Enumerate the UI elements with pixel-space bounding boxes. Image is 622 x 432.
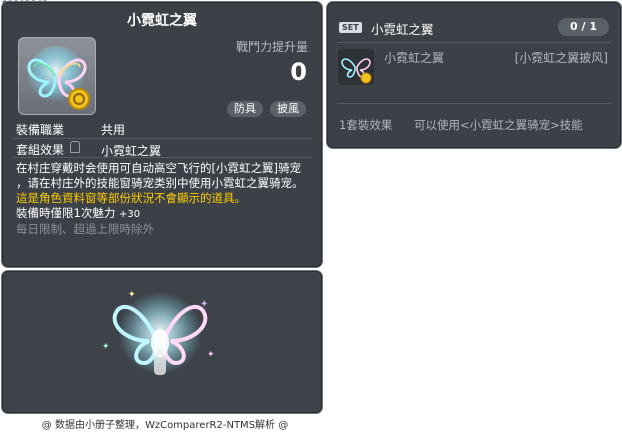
set-item-fullname: [小霓虹之翼披风] (514, 51, 608, 65)
description-line: 在村庄穿戴时会使用可自动高空飞行的[小霓虹之翼]骑宠 (16, 161, 301, 175)
lock-icon (70, 141, 80, 153)
footer-credit: @ 数据由小册子整理，WzComparerR2-NTMS解析 @ (41, 420, 289, 431)
combat-power-value: 0 (290, 58, 307, 86)
job-value: 共用 (101, 123, 126, 137)
tag-cape: 披風 (270, 101, 306, 117)
equip-limit-text: 裝備時僅限1次魅力 (16, 206, 116, 220)
set-effect-description: 可以使用<小霓虹之翼骑宠>技能 (414, 118, 583, 132)
item-tooltip-panel: 小霓虹之翼 戰鬥力提升量 0 防具 披風 裝備職業 共用 套組效果 小霓虹之翼 (1, 1, 323, 268)
description-line: ，请在村庄外的技能窗骑宠类别中使用小霓虹之翼骑宠。 (16, 176, 304, 190)
set-effect-count: 1套裝效果 (339, 118, 393, 132)
tag-armor: 防具 (227, 101, 263, 117)
divider (12, 138, 312, 139)
set-item-name: 小霓虹之翼 (384, 51, 445, 65)
set-badge: SET (339, 22, 362, 33)
item-icon-box (18, 37, 96, 115)
item-title: 小霓虹之翼 (127, 13, 197, 29)
neon-wings-icon (341, 58, 372, 84)
avatar-preview-panel: ✦ ✦ ✦ ✦ (1, 270, 323, 414)
equip-limit-row: 裝備時僅限1次魅力 +30 (16, 206, 316, 222)
set-count-badge: 0 / 1 (558, 18, 609, 36)
combat-power-label: 戰鬥力提升量 (235, 40, 308, 54)
set-title: 小霓虹之翼 (371, 22, 434, 37)
neon-wings-icon (27, 46, 90, 110)
divider (12, 157, 312, 158)
divider (337, 42, 611, 43)
svg-text:✦: ✦ (200, 299, 208, 310)
set-info-panel: SET 小霓虹之翼 0 / 1 小霓虹之翼 [小霓虹之翼披风] 1套裝效果 可以… (326, 1, 622, 149)
job-label: 裝備職業 (16, 123, 65, 137)
item-description: 在村庄穿戴时会使用可自动高空飞行的[小霓虹之翼]骑宠 ，请在村庄外的技能窗骑宠类… (16, 161, 316, 237)
svg-text:✦: ✦ (102, 342, 110, 352)
set-effect-label: 套組效果 (16, 143, 65, 157)
svg-text:✦: ✦ (207, 350, 215, 360)
warning-text: 這是角色資料窗等部份狀況不會顯示的道具。 (16, 191, 246, 205)
set-item-icon (338, 49, 374, 85)
svg-text:✦: ✦ (128, 290, 136, 300)
divider (337, 103, 611, 104)
avatar-preview-image: ✦ ✦ ✦ ✦ (102, 290, 215, 375)
equip-limit-value: +30 (118, 209, 141, 220)
daily-limit-text: 每日限制、超過上限時除外 (16, 222, 154, 236)
